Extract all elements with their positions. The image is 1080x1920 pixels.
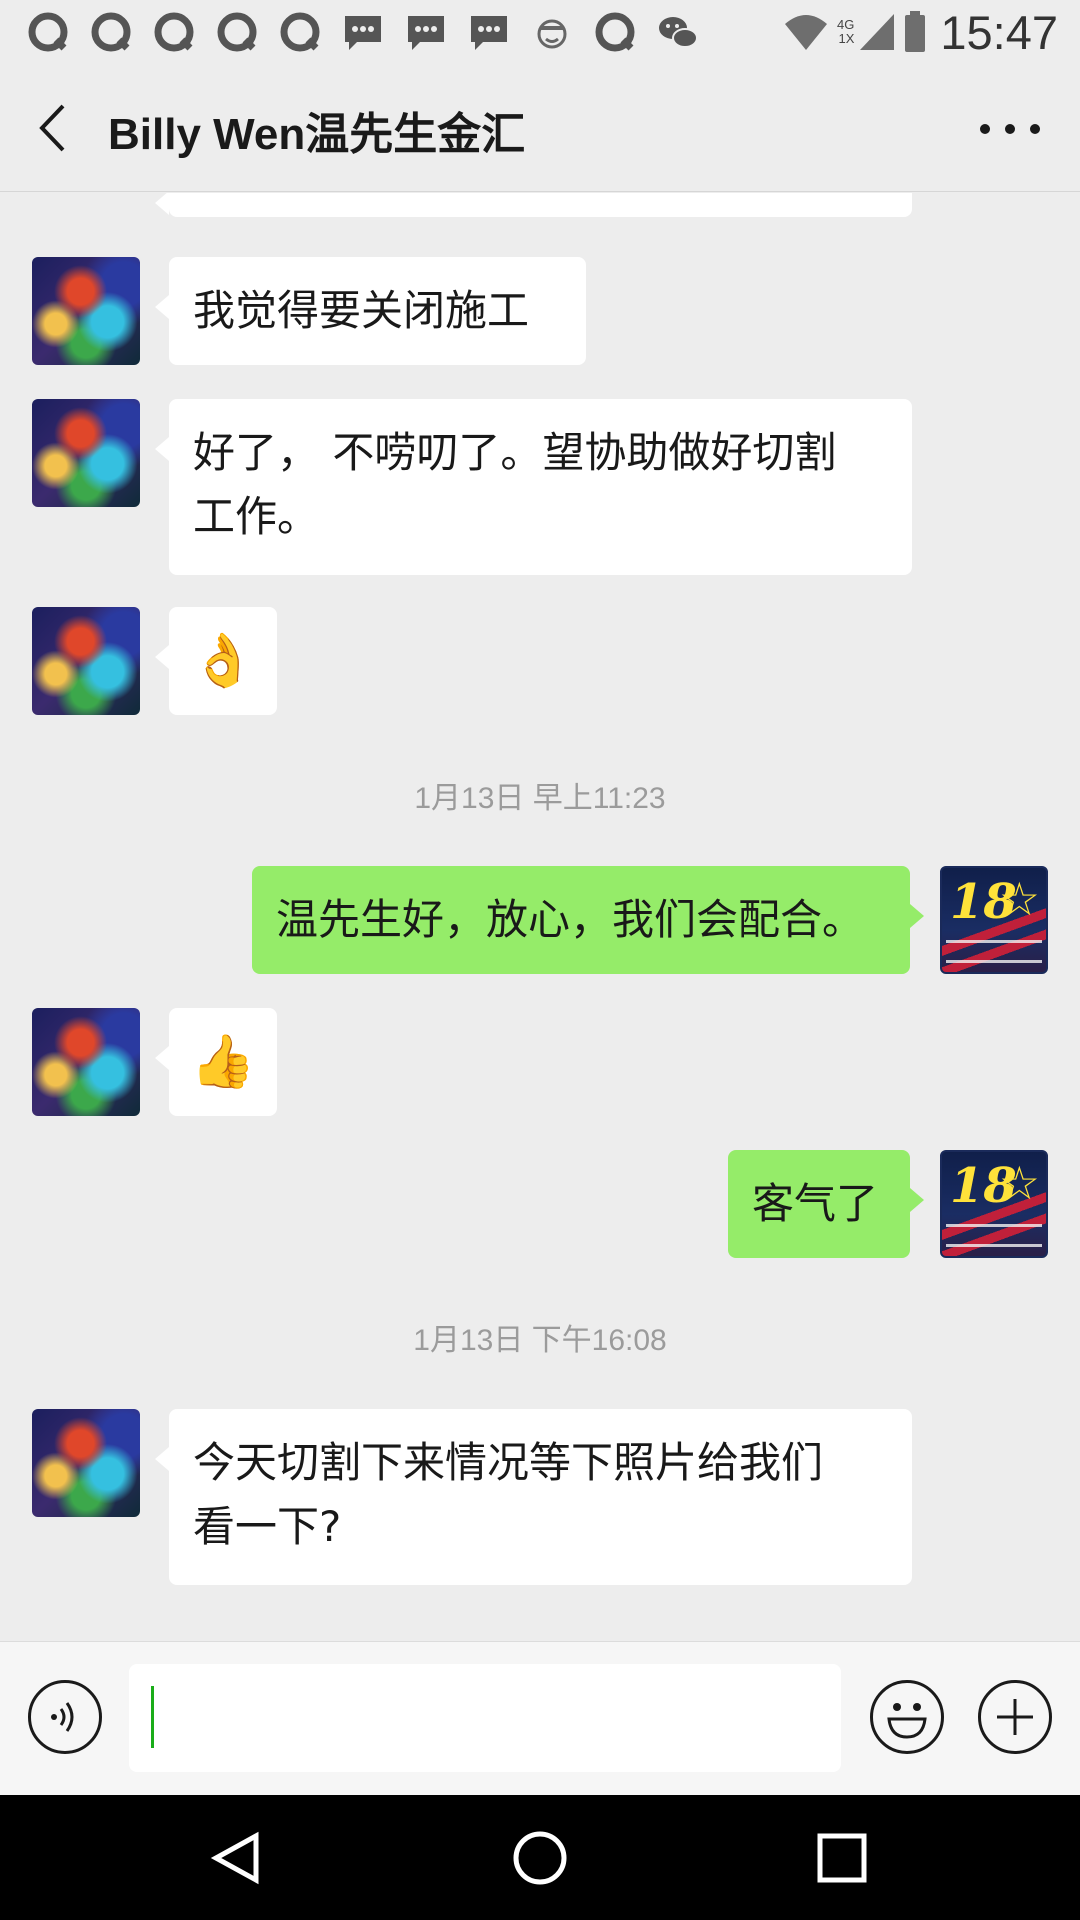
message-bubble-incoming[interactable]: 我觉得要关闭施工: [155, 257, 586, 365]
my-avatar[interactable]: 18 ☆: [940, 866, 1048, 974]
wifi-icon: [785, 15, 828, 50]
network-label-1x: 1X: [838, 31, 855, 46]
message-text-line: 看一下?: [193, 1502, 342, 1551]
chevron-left-icon: [39, 104, 65, 152]
thumbs-up-emoji: 👍: [190, 1032, 256, 1092]
notification-icons: [26, 10, 719, 54]
nav-home-button[interactable]: [507, 1825, 573, 1891]
qq-icon: [152, 10, 196, 54]
dot-icon: [1005, 124, 1015, 134]
timestamp: 1月13日 早上11:23: [414, 782, 666, 815]
avatar-stripe: [946, 1224, 1042, 1227]
network-label-4g: 4G: [837, 17, 855, 32]
smiley-icon: [530, 10, 574, 54]
system-nav-bar: [0, 1795, 1080, 1920]
more-functions-button[interactable]: [978, 1680, 1052, 1754]
timestamp: 1月13日 下午16:08: [413, 1324, 667, 1357]
contact-avatar[interactable]: [32, 1008, 140, 1116]
input-bar: [0, 1641, 1080, 1795]
message-bubble-outgoing[interactable]: 客气了: [728, 1150, 924, 1258]
message-bubble-emoji[interactable]: 👌: [155, 607, 277, 715]
more-options-button[interactable]: [980, 114, 1040, 144]
status-time: 15:47: [940, 5, 1058, 59]
signal-icon: [860, 14, 895, 50]
contact-avatar[interactable]: [32, 607, 140, 715]
chat-title: Billy Wen温先生金汇: [108, 110, 526, 159]
message-text: 温先生好，放心，我们会配合。: [276, 895, 865, 944]
wechat-chat-screen: 4G 1X 15:47 Billy Wen温先生金汇 我觉得要关闭施工 好了， …: [0, 0, 1080, 1920]
status-bar: 4G 1X 15:47: [0, 0, 1080, 64]
message-bubble-partial[interactable]: [155, 193, 912, 217]
back-button[interactable]: [30, 100, 74, 156]
dot-icon: [1030, 124, 1040, 134]
star-icon: ☆: [998, 872, 1040, 926]
message-text: 客气了: [752, 1179, 879, 1228]
emoji-button[interactable]: [870, 1680, 944, 1754]
contact-avatar[interactable]: [32, 1409, 140, 1517]
dot-icon: [980, 124, 990, 134]
triangle-back-icon: [210, 1831, 259, 1885]
contact-avatar[interactable]: [32, 399, 140, 507]
battery-icon: [905, 11, 926, 52]
message-text-line: 好了， 不唠叨了。望协助做好切割: [193, 428, 837, 477]
circle-home-icon: [513, 1831, 567, 1885]
message-icon: [341, 10, 385, 54]
avatar-stripe: [946, 960, 1042, 963]
qq-icon: [593, 10, 637, 54]
square-recents-icon: [817, 1833, 867, 1883]
nav-back-button[interactable]: [203, 1825, 269, 1891]
contact-avatar[interactable]: [32, 257, 140, 365]
wechat-icon: [656, 10, 700, 54]
chat-header: Billy Wen温先生金汇: [0, 64, 1080, 192]
message-text-line: 今天切割下来情况等下照片给我们: [193, 1438, 824, 1487]
message-input[interactable]: [129, 1664, 841, 1772]
message-icon: [467, 10, 511, 54]
star-icon: ☆: [998, 1156, 1040, 1210]
qq-icon: [215, 10, 259, 54]
message-icon: [404, 10, 448, 54]
ok-hand-emoji: 👌: [190, 631, 256, 691]
message-bubble-emoji[interactable]: 👍: [155, 1008, 277, 1116]
message-bubble-incoming[interactable]: 好了， 不唠叨了。望协助做好切割 工作。: [155, 399, 912, 575]
plus-icon: [997, 1699, 1033, 1735]
message-text: 我觉得要关闭施工: [193, 286, 530, 335]
message-text-line: 工作。: [193, 492, 320, 541]
avatar-stripe: [946, 1244, 1042, 1247]
message-bubble-outgoing[interactable]: 温先生好，放心，我们会配合。: [252, 866, 924, 974]
message-list[interactable]: 我觉得要关闭施工 好了， 不唠叨了。望协助做好切割 工作。 👌 1月13日 早上…: [0, 193, 1080, 1643]
status-right: 4G 1X 15:47: [783, 5, 1058, 59]
qq-icon: [278, 10, 322, 54]
avatar-stripe: [946, 940, 1042, 943]
smiley-icon: [887, 1703, 927, 1739]
voice-button[interactable]: [28, 1680, 102, 1754]
message-bubble-incoming[interactable]: 今天切割下来情况等下照片给我们 看一下?: [155, 1409, 912, 1585]
qq-icon: [89, 10, 133, 54]
my-avatar[interactable]: 18 ☆: [940, 1150, 1048, 1258]
nav-recents-button[interactable]: [809, 1825, 875, 1891]
voice-icon: [51, 1702, 74, 1732]
text-caret: [151, 1686, 154, 1748]
qq-icon: [26, 10, 70, 54]
